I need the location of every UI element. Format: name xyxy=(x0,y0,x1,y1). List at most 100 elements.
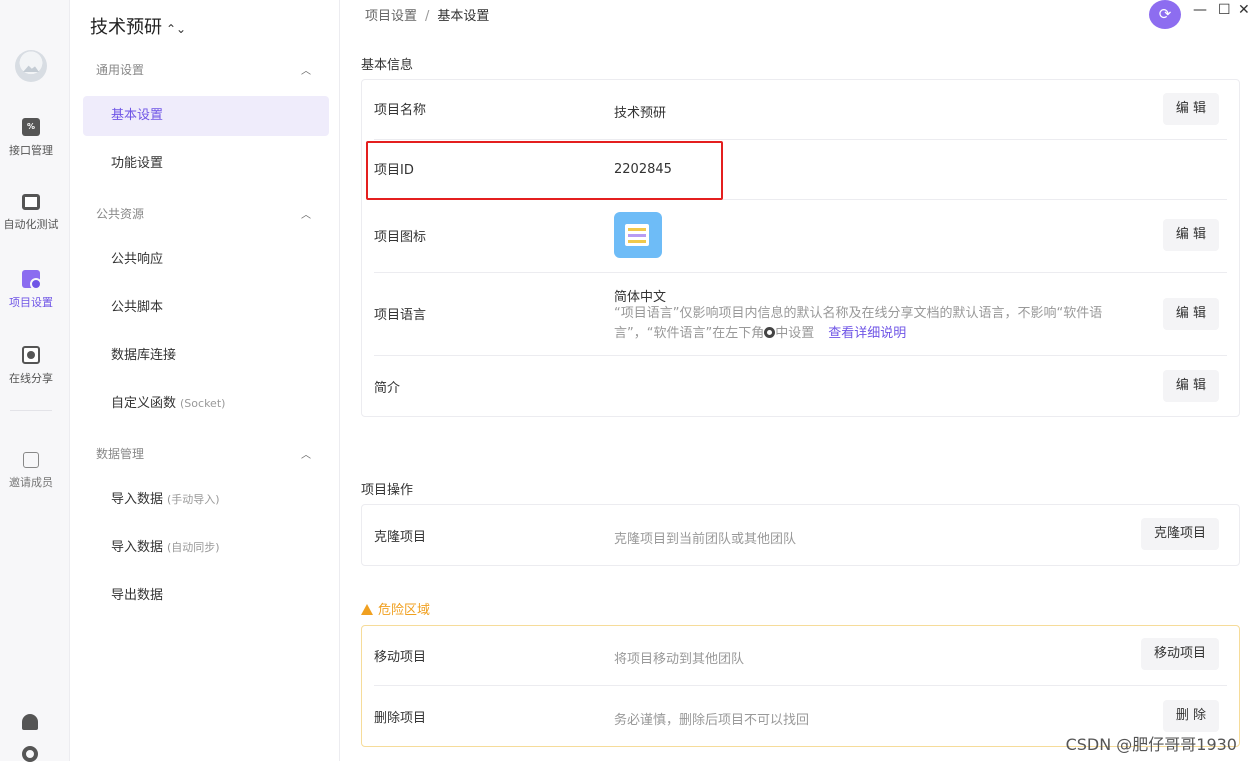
nav-item-sublabel: (自动同步) xyxy=(167,541,220,554)
delete-project-button[interactable]: 删 除 xyxy=(1163,700,1219,732)
nav-item-public-response[interactable]: 公共响应 xyxy=(83,240,329,280)
clone-desc: 克隆项目到当前团队或其他团队 xyxy=(614,528,796,547)
nav-item-label: 自定义函数 xyxy=(111,396,176,411)
nav-item-label: 基本设置 xyxy=(111,108,163,123)
row-label: 删除项目 xyxy=(374,707,426,726)
project-settings-icon xyxy=(22,270,40,288)
language-value: 简体中文 xyxy=(614,286,666,305)
row-label: 克隆项目 xyxy=(374,526,426,545)
nav-item-public-script[interactable]: 公共脚本 xyxy=(83,288,329,328)
breadcrumb-separator: / xyxy=(425,9,429,24)
clone-project-button[interactable]: 克隆项目 xyxy=(1141,518,1219,550)
row-clone: 克隆项目 克隆项目到当前团队或其他团队 克隆项目 xyxy=(374,505,1227,565)
operations-card: 克隆项目 克隆项目到当前团队或其他团队 克隆项目 xyxy=(361,504,1240,566)
view-details-link[interactable]: 查看详细说明 xyxy=(828,326,906,341)
maximize-button[interactable]: ☐ xyxy=(1218,2,1231,18)
row-label: 移动项目 xyxy=(374,646,426,665)
invite-members-button[interactable]: 邀请成员 xyxy=(0,452,62,490)
close-button[interactable]: ✕ xyxy=(1238,2,1250,18)
move-desc: 将项目移动到其他团队 xyxy=(614,648,744,667)
basic-info-title: 基本信息 xyxy=(361,54,413,73)
team-avatar[interactable] xyxy=(15,50,47,82)
nav-item-label: 公共响应 xyxy=(111,252,163,267)
nav-item-database[interactable]: 数据库连接 xyxy=(83,336,329,376)
refresh-icon: ⟳ xyxy=(1159,5,1172,23)
row-label: 简介 xyxy=(374,377,400,396)
automation-icon xyxy=(22,194,40,210)
delete-desc: 务必谨慎，删除后项目不可以找回 xyxy=(614,709,809,728)
bell-icon[interactable] xyxy=(22,714,38,730)
rail-divider xyxy=(10,410,52,411)
chevron-updown-icon: ⌃⌄ xyxy=(166,22,186,36)
gear-icon xyxy=(764,327,775,338)
breadcrumb-parent[interactable]: 项目设置 xyxy=(365,9,417,24)
nav-item-custom-function[interactable]: 自定义函数 (Socket) xyxy=(83,384,329,424)
nav-group-data-management[interactable]: 数据管理 xyxy=(96,445,144,462)
breadcrumb-current: 基本设置 xyxy=(437,9,489,24)
chevron-up-icon[interactable]: ︿ xyxy=(301,62,311,77)
rail-item-share[interactable]: 在线分享 xyxy=(0,346,62,386)
chevron-up-icon[interactable]: ︿ xyxy=(301,446,311,461)
edit-intro-button[interactable]: 编 辑 xyxy=(1163,370,1219,402)
watermark: CSDN @肥仔哥哥1930 xyxy=(1066,731,1237,755)
gear-icon[interactable] xyxy=(22,746,38,762)
rail-item-label: 接口管理 xyxy=(9,144,53,157)
row-project-icon: 项目图标 编 辑 xyxy=(374,200,1227,273)
nav-item-sublabel: (手动导入) xyxy=(167,493,220,506)
row-project-name: 项目名称 技术预研 编 辑 xyxy=(374,80,1227,140)
rail-item-label: 在线分享 xyxy=(9,372,53,385)
move-project-button[interactable]: 移动项目 xyxy=(1141,638,1219,670)
nav-item-label: 数据库连接 xyxy=(111,348,176,363)
minimize-button[interactable]: — xyxy=(1193,2,1207,18)
add-user-icon xyxy=(23,452,39,468)
row-move: 移动项目 将项目移动到其他团队 移动项目 xyxy=(374,626,1227,686)
edit-icon-button[interactable]: 编 辑 xyxy=(1163,219,1219,251)
rail-item-automation[interactable]: 自动化测试 xyxy=(0,194,62,232)
main-content: 项目设置 / 基本设置 ⟳ — ☐ ✕ 基本信息 项目名称 技术预研 编 辑 项目I… xyxy=(341,0,1251,761)
invite-label: 邀请成员 xyxy=(9,476,53,489)
chevron-up-icon[interactable]: ︿ xyxy=(301,206,311,221)
icon-rail: 接口管理 自动化测试 项目设置 在线分享 邀请成员 xyxy=(0,0,70,761)
language-note-text-end: 中设置 xyxy=(775,326,814,341)
nav-group-general[interactable]: 通用设置 xyxy=(96,61,144,78)
danger-title-text: 危险区域 xyxy=(378,603,430,618)
row-intro: 简介 编 辑 xyxy=(374,356,1227,416)
nav-item-sublabel: (Socket) xyxy=(180,397,225,410)
nav-item-label: 导入数据 xyxy=(111,540,163,555)
rail-item-label: 项目设置 xyxy=(9,296,53,309)
nav-item-label: 公共脚本 xyxy=(111,300,163,315)
nav-item-feature-settings[interactable]: 功能设置 xyxy=(83,144,329,184)
edit-language-button[interactable]: 编 辑 xyxy=(1163,298,1219,330)
danger-zone-title: 危险区域 xyxy=(361,599,430,618)
settings-sidebar: 技术预研 ⌃⌄ 通用设置 ︿ 基本设置 功能设置 公共资源 ︿ 公共响应 公共脚本… xyxy=(70,0,340,761)
nav-group-public-resources[interactable]: 公共资源 xyxy=(96,205,144,222)
project-book-icon xyxy=(614,212,662,258)
nav-item-basic-settings[interactable]: 基本设置 xyxy=(83,96,329,136)
sync-button[interactable]: ⟳ xyxy=(1149,0,1181,29)
project-name-value: 技术预研 xyxy=(614,102,666,121)
basic-info-card: 项目名称 技术预研 编 辑 项目ID 2202845 项目图标 编 辑 项目语言… xyxy=(361,79,1240,417)
language-note: “项目语言”仅影响项目内信息的默认名称及在线分享文档的默认语言，不影响“软件语言… xyxy=(614,304,1114,344)
danger-card: 移动项目 将项目移动到其他团队 移动项目 删除项目 务必谨慎，删除后项目不可以找… xyxy=(361,625,1240,747)
rail-item-project-settings[interactable]: 项目设置 xyxy=(0,270,62,310)
nav-item-import-manual[interactable]: 导入数据 (手动导入) xyxy=(83,480,329,520)
nav-item-import-sync[interactable]: 导入数据 (自动同步) xyxy=(83,528,329,568)
nav-item-label: 导出数据 xyxy=(111,588,163,603)
highlight-box xyxy=(366,141,723,200)
edit-name-button[interactable]: 编 辑 xyxy=(1163,93,1219,125)
operations-title: 项目操作 xyxy=(361,479,413,498)
row-label: 项目语言 xyxy=(374,304,426,323)
nav-item-export[interactable]: 导出数据 xyxy=(83,576,329,616)
row-label: 项目名称 xyxy=(374,99,426,118)
rail-item-label: 自动化测试 xyxy=(4,218,59,231)
project-title: 技术预研 xyxy=(90,17,162,38)
project-switcher[interactable]: 技术预研 ⌃⌄ xyxy=(90,13,186,39)
nav-item-label: 功能设置 xyxy=(111,156,163,171)
rail-item-api[interactable]: 接口管理 xyxy=(0,118,62,158)
nav-item-label: 导入数据 xyxy=(111,492,163,507)
warning-icon xyxy=(361,604,373,615)
share-icon xyxy=(22,346,40,364)
row-project-language: 项目语言 简体中文 “项目语言”仅影响项目内信息的默认名称及在线分享文档的默认语… xyxy=(374,273,1227,356)
api-icon xyxy=(22,118,40,136)
row-label: 项目图标 xyxy=(374,226,426,245)
